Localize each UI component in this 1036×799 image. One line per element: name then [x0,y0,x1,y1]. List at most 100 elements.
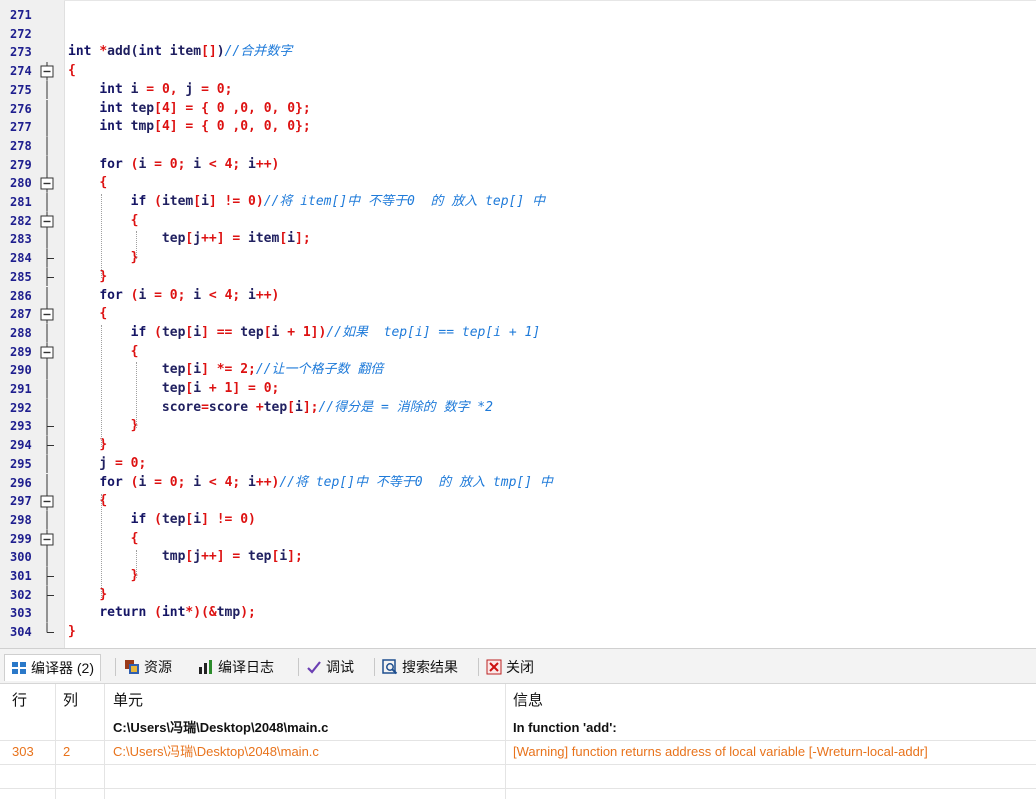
code-token: i [271,324,288,340]
code-token: if [130,194,155,209]
code-token: ++] = [201,549,249,565]
code-line[interactable]: 302 } [0,585,1036,605]
code-token: score [208,399,256,415]
row-line-cell: 303 [12,744,34,759]
code-line[interactable]: 303 return (int*)(&tmp); [0,604,1036,624]
code-token: 0 [263,100,272,116]
code-line[interactable]: 283 tep[j++] = item[i]; [0,230,1036,250]
indent-guide [101,325,102,447]
fold-collapse-icon[interactable] [38,62,58,81]
code-line[interactable]: 279 for (i = 0; i < 4; i++) [0,155,1036,175]
code-token: = [154,156,170,172]
code-text: tmp[j++] = tep[i]; [68,548,303,567]
column-header-col[interactable]: 列 [63,684,78,718]
compile-log-chart-icon [199,660,212,674]
code-line[interactable]: 296 for (i = 0; i < 4; i++)//将 tep[]中 不等… [0,473,1036,493]
code-token: [ [287,399,295,415]
tab-resources[interactable]: 资源 [124,654,172,680]
code-token: j [68,455,115,471]
code-line[interactable]: 281 if (item[i] != 0)//将 item[]中 不等于0 的 … [0,193,1036,212]
code-line[interactable]: 286 for (i = 0; i < 4; i++) [0,286,1036,306]
code-token: tep [130,100,155,116]
code-line[interactable]: 299 { [0,529,1036,549]
code-line[interactable]: 292 score=score +tep[i];//得分是 = 消除的 数字 *… [0,398,1036,418]
fold-guide-line [46,155,48,175]
editor-top-border [64,0,1036,1]
code-line[interactable]: 277 int tmp[4] = { 0 ,0, 0, 0}; [0,118,1036,137]
fold-collapse-icon[interactable] [38,211,58,231]
fold-guide-line [46,99,48,119]
code-line[interactable]: 291 tep[i + 1] = 0; [0,380,1036,399]
code-token: + [287,324,303,340]
code-line[interactable]: 301 } [0,567,1036,586]
code-comment: //如果 tep[i] == tep[i + 1] [326,324,541,340]
tab-search-results[interactable]: 搜索结果 [382,654,458,680]
code-token: 0 [263,119,272,135]
code-token: ) [248,511,256,527]
code-token: tep [68,231,186,247]
fold-guide-line [46,585,54,605]
code-token: ] = [232,381,264,396]
fold-collapse-icon[interactable] [38,342,58,362]
column-header-unit[interactable]: 单元 [113,684,143,718]
code-token: ]) [310,324,327,340]
code-line[interactable]: 294 } [0,436,1036,455]
code-token: ); [240,605,256,621]
code-token: int [99,81,131,97]
indent-guide [136,362,137,428]
tab-compiler[interactable]: 编译器 (2) [4,654,101,681]
code-line[interactable]: 275 int i = 0, j = 0; [0,80,1036,100]
code-line[interactable]: 282 { [0,211,1036,231]
code-line[interactable]: 300 tmp[j++] = tep[i]; [0,548,1036,567]
code-line[interactable]: 284 } [0,249,1036,268]
code-line[interactable]: 293 } [0,417,1036,437]
code-line[interactable]: 297 { [0,492,1036,511]
unit-cell: C:\Users\冯瑞\Desktop\2048\main.c [113,720,329,735]
code-line[interactable]: 304} [0,623,1036,642]
row-divider [0,788,1036,789]
code-line[interactable]: 287 { [0,305,1036,324]
code-text: if (item[i] != 0)//将 item[]中 不等于0 的 放入 t… [68,193,545,212]
code-token: tmp [68,549,186,565]
code-line[interactable]: 278 [0,136,1036,156]
code-text: tep[i + 1] = 0; [68,380,279,399]
column-header-info[interactable]: 信息 [513,684,543,718]
tab-debug[interactable]: 调试 [306,654,354,680]
code-token: ( [154,324,162,340]
tab-compile-log[interactable]: 编译日志 [198,654,274,680]
fold-collapse-icon[interactable] [38,492,58,511]
code-token: + [208,381,225,396]
code-line[interactable]: 295 j = 0; [0,454,1036,474]
code-token: }; [295,100,311,116]
code-token: int [99,119,131,135]
fold-collapse-icon[interactable] [38,305,58,324]
code-line[interactable]: 289 { [0,342,1036,362]
code-token: add( [107,44,139,60]
code-line[interactable]: 273 int *add(int item[])//合并数字 [0,43,1036,62]
messages-table: 行 列 单元 信息 C:\Users\冯瑞\Desktop\2048\main.… [0,684,1036,799]
code-line[interactable]: 271 [0,6,1036,25]
code-token: tep [161,324,186,340]
fold-collapse-icon[interactable] [38,529,58,549]
tab-close[interactable]: 关闭 [486,654,534,680]
column-header-row[interactable]: 行 [12,684,27,718]
code-editor[interactable]: 271 272 273 int *add(int item[])//合并数字 274{2… [0,0,1036,648]
code-token: i [193,324,202,340]
fold-collapse-icon[interactable] [38,174,58,193]
code-line[interactable]: 272 [0,25,1036,44]
code-line[interactable]: 276 int tep[4] = { 0 ,0, 0, 0}; [0,99,1036,119]
code-line[interactable]: 290 tep[i] *= 2;//让一个格子数 翻倍 [0,361,1036,380]
code-line[interactable]: 288 if (tep[i] == tep[i + 1])//如果 tep[i]… [0,323,1036,343]
code-line[interactable]: 280 { [0,174,1036,193]
indent-guide [136,231,137,259]
code-token: 0 [240,119,249,135]
code-line[interactable]: 298 if (tep[i] != 0) [0,510,1036,530]
code-token: ++] = [201,231,249,247]
code-line[interactable]: 274{ [0,62,1036,81]
messages-panel: 编译器 (2) 资源 编译日志 调试 搜索结果 关闭 行 列 单元 信息 C:\… [0,648,1036,799]
code-line[interactable]: 285 } [0,267,1036,287]
